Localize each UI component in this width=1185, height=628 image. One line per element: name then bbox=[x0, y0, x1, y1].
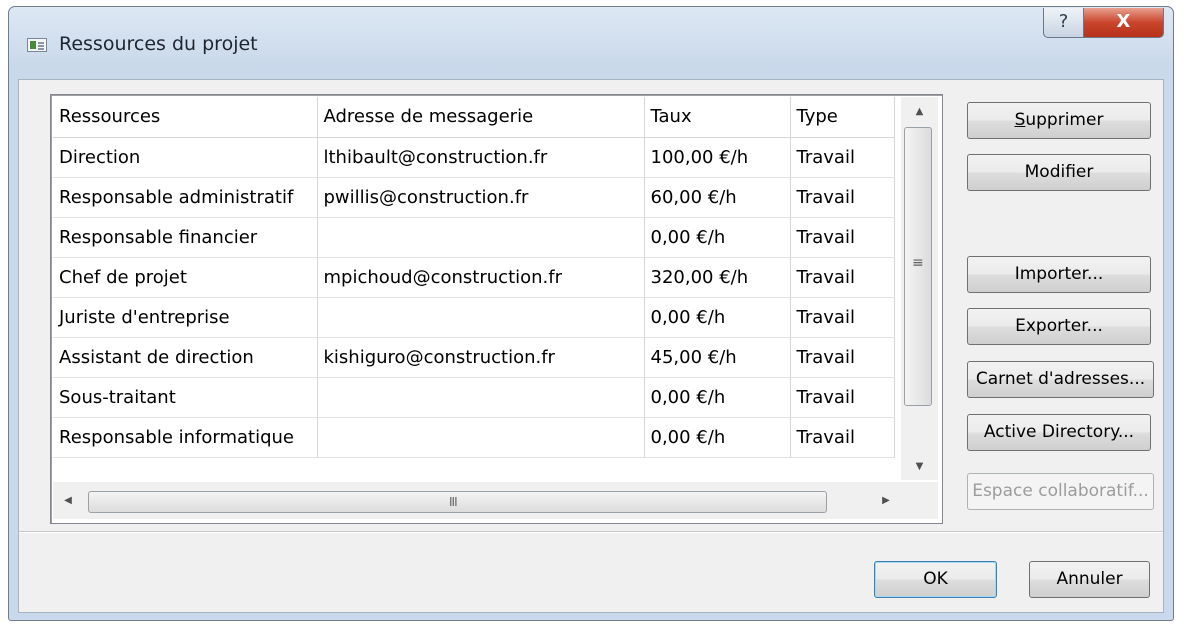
cell-type: Travail bbox=[790, 217, 895, 258]
cell-resource: Direction bbox=[53, 137, 318, 178]
cell-email bbox=[317, 377, 645, 418]
vertical-scroll-thumb[interactable]: ≡ bbox=[904, 127, 932, 406]
table-row[interactable]: Direction lthibault@construction.fr 100,… bbox=[53, 137, 895, 178]
cell-email bbox=[317, 297, 645, 338]
supprimer-button[interactable]: Supprimer bbox=[967, 102, 1151, 139]
cell-resource: Responsable administratif bbox=[53, 177, 318, 218]
table-row[interactable]: Responsable administratif pwillis@constr… bbox=[53, 177, 895, 218]
help-button[interactable]: ? bbox=[1043, 8, 1084, 38]
grip-icon: ≡ bbox=[912, 255, 924, 271]
carnet-adresses-button[interactable]: Carnet d'adresses... bbox=[967, 361, 1154, 398]
table-header-row: Ressources Adresse de messagerie Taux Ty… bbox=[53, 97, 895, 138]
dialog-content: Ressources Adresse de messagerie Taux Ty… bbox=[18, 79, 1164, 613]
cell-resource: Assistant de direction bbox=[53, 337, 318, 378]
cell-rate: 100,00 €/h bbox=[644, 137, 791, 178]
accelerator-key: S bbox=[1014, 110, 1026, 130]
vertical-scrollbar[interactable]: ▲ ≡ ▼ bbox=[901, 97, 938, 480]
cell-type: Travail bbox=[790, 137, 895, 178]
horizontal-scroll-thumb[interactable]: III bbox=[88, 491, 827, 513]
cell-rate: 0,00 €/h bbox=[644, 217, 791, 258]
table-row[interactable]: Responsable financier 0,00 €/h Travail bbox=[53, 217, 895, 258]
cell-type: Travail bbox=[790, 177, 895, 218]
cell-email: kishiguro@construction.fr bbox=[317, 337, 645, 378]
cell-email: mpichoud@construction.fr bbox=[317, 257, 645, 298]
table-row[interactable]: Responsable informatique 0,00 €/h Travai… bbox=[53, 417, 895, 458]
cell-type: Travail bbox=[790, 417, 895, 458]
table-row[interactable]: Chef de projet mpichoud@construction.fr … bbox=[53, 257, 895, 298]
column-header-ressources[interactable]: Ressources bbox=[53, 97, 318, 138]
separator bbox=[19, 531, 1163, 533]
resources-list[interactable]: Ressources Adresse de messagerie Taux Ty… bbox=[50, 94, 943, 524]
table-row[interactable]: Assistant de direction kishiguro@constru… bbox=[53, 337, 895, 378]
cell-type: Travail bbox=[790, 337, 895, 378]
cell-rate: 0,00 €/h bbox=[644, 297, 791, 338]
cell-type: Travail bbox=[790, 297, 895, 338]
annuler-button[interactable]: Annuler bbox=[1029, 561, 1150, 598]
column-header-taux[interactable]: Taux bbox=[644, 97, 791, 138]
cell-rate: 0,00 €/h bbox=[644, 377, 791, 418]
scroll-left-arrow-icon[interactable]: ◀ bbox=[53, 482, 83, 519]
table-row[interactable]: Sous-traitant 0,00 €/h Travail bbox=[53, 377, 895, 418]
exporter-button[interactable]: Exporter... bbox=[967, 308, 1151, 345]
cell-email bbox=[317, 417, 645, 458]
importer-button[interactable]: Importer... bbox=[967, 256, 1151, 293]
cell-resource: Responsable informatique bbox=[53, 417, 318, 458]
modifier-button[interactable]: Modifier bbox=[967, 154, 1151, 191]
grip-icon: III bbox=[449, 495, 458, 509]
cell-type: Travail bbox=[790, 257, 895, 298]
cell-rate: 320,00 €/h bbox=[644, 257, 791, 298]
cell-rate: 60,00 €/h bbox=[644, 177, 791, 218]
window-title: Ressources du projet bbox=[59, 33, 258, 55]
cell-email bbox=[317, 217, 645, 258]
ok-button[interactable]: OK bbox=[874, 561, 997, 598]
horizontal-scrollbar[interactable]: ◀ III ▶ bbox=[53, 482, 901, 519]
scroll-up-arrow-icon[interactable]: ▲ bbox=[901, 99, 938, 125]
column-header-email[interactable]: Adresse de messagerie bbox=[317, 97, 645, 138]
espace-collaboratif-button[interactable]: Espace collaboratif... bbox=[967, 473, 1154, 510]
cell-resource: Responsable financier bbox=[53, 217, 318, 258]
cell-resource: Sous-traitant bbox=[53, 377, 318, 418]
cell-email: pwillis@construction.fr bbox=[317, 177, 645, 218]
cell-type: Travail bbox=[790, 377, 895, 418]
table-row[interactable]: Juriste d'entreprise 0,00 €/h Travail bbox=[53, 297, 895, 338]
app-icon bbox=[27, 38, 47, 52]
cell-resource: Juriste d'entreprise bbox=[53, 297, 318, 338]
scroll-down-arrow-icon[interactable]: ▼ bbox=[901, 454, 938, 480]
column-header-type[interactable]: Type bbox=[790, 97, 895, 138]
cell-rate: 45,00 €/h bbox=[644, 337, 791, 378]
scrollbar-corner bbox=[901, 482, 938, 519]
button-label: upprimer bbox=[1025, 110, 1104, 130]
scroll-right-arrow-icon[interactable]: ▶ bbox=[871, 482, 901, 519]
title-bar[interactable]: Ressources du projet ? X bbox=[9, 7, 1173, 79]
dialog-window: Ressources du projet ? X Ressources Adre… bbox=[8, 6, 1174, 621]
active-directory-button[interactable]: Active Directory... bbox=[967, 414, 1151, 451]
cell-rate: 0,00 €/h bbox=[644, 417, 791, 458]
close-button[interactable]: X bbox=[1083, 8, 1164, 38]
cell-email: lthibault@construction.fr bbox=[317, 137, 645, 178]
cell-resource: Chef de projet bbox=[53, 257, 318, 298]
resources-table: Ressources Adresse de messagerie Taux Ty… bbox=[53, 97, 895, 458]
